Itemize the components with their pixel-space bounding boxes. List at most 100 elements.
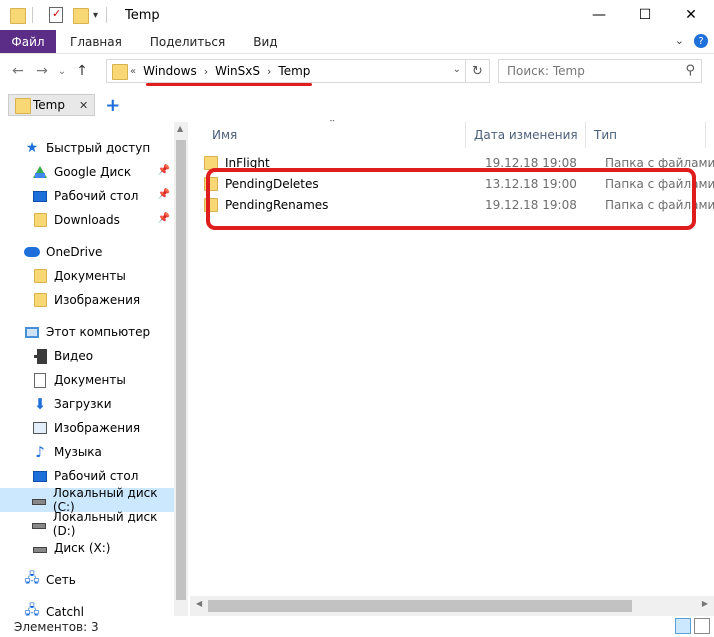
sidebar-scrollbar[interactable]: ▲ (174, 122, 188, 616)
folder-tab-strip: Temp ✕ + (0, 90, 714, 120)
column-header-type[interactable]: Тип (586, 122, 706, 148)
search-icon[interactable]: ⚲ (685, 63, 695, 78)
scroll-left-icon[interactable]: ◀ (196, 599, 202, 608)
star-icon: ★ (25, 140, 39, 156)
close-tab-icon[interactable]: ✕ (79, 99, 88, 112)
sidebar-item-videos[interactable]: Видео (0, 344, 174, 368)
ribbon-right-controls: ⌄ ? (675, 34, 708, 48)
sidebar-item-google-drive[interactable]: Google Диск 📌 (0, 160, 174, 184)
view-switcher (675, 618, 710, 634)
sidebar-item-label: Рабочий стол (54, 189, 139, 203)
customize-qa-dropdown-icon[interactable]: ▾ (93, 10, 98, 21)
title-bar: ▾ Temp — ☐ ✕ (0, 0, 714, 30)
column-header-size[interactable]: Р (706, 122, 714, 148)
pin-icon: 📌 (157, 213, 170, 224)
recent-locations-button[interactable]: ⌄ (54, 59, 70, 83)
sidebar-item-downloads[interactable]: Downloads 📌 (0, 208, 174, 232)
breadcrumb-windows[interactable]: Windows (143, 64, 197, 78)
window-title: Temp (125, 7, 160, 23)
breadcrumb-winsxs[interactable]: WinSxS (215, 64, 260, 78)
pin-icon: 📌 (157, 165, 170, 176)
horizontal-scrollbar[interactable]: ◀ ▶ (190, 596, 714, 616)
folder-icon (32, 268, 48, 284)
download-icon: ⬇ (33, 395, 47, 413)
scroll-right-icon[interactable]: ▶ (702, 599, 708, 608)
sidebar-item-catchl[interactable]: 🖧 Catchl (0, 600, 174, 616)
horizontal-scroll-thumb[interactable] (208, 600, 632, 612)
details-view-icon[interactable] (675, 618, 691, 634)
folder-icon (15, 97, 31, 114)
sidebar-item-disk-x[interactable]: Диск (X:) (0, 536, 174, 560)
scroll-up-icon[interactable]: ▲ (177, 124, 183, 133)
sidebar-item-label: Локальный диск (D:) (52, 510, 158, 538)
sidebar-item-label: Google Диск (54, 165, 132, 179)
sidebar-item-pictures[interactable]: Изображения (0, 416, 174, 440)
sidebar-item-label: Документы (54, 269, 126, 283)
close-button[interactable]: ✕ (668, 0, 714, 30)
computer-icon (24, 324, 40, 340)
breadcrumb-separator[interactable]: › (204, 65, 208, 78)
sidebar-item-label: Документы (54, 373, 126, 387)
address-bar[interactable]: « Windows › WinSxS › Temp ⌄ (106, 59, 466, 83)
sidebar-item-label: Изображения (54, 421, 141, 435)
tab-share[interactable]: Поделиться (136, 30, 239, 53)
refresh-button[interactable]: ↻ (466, 59, 490, 83)
sidebar-item-local-disk-c[interactable]: Локальный диск (C:) (0, 486, 174, 514)
help-icon[interactable]: ? (694, 34, 708, 48)
address-overflow[interactable]: « (130, 66, 136, 77)
sidebar-item-label: Музыка (54, 445, 102, 459)
navigation-bar: ← → ⌄ ↑ « Windows › WinSxS › Temp ⌄ ↻ По… (0, 54, 714, 88)
address-dropdown-icon[interactable]: ⌄ (453, 64, 461, 75)
folder-tab-temp[interactable]: Temp ✕ (8, 94, 96, 116)
sidebar-item-label: Сеть (46, 573, 76, 587)
address-folder-icon (112, 63, 128, 80)
sidebar-item-onedrive-documents[interactable]: Документы (0, 264, 174, 288)
music-icon: ♪ (35, 443, 45, 461)
navigation-pane: ★ Быстрый доступ Google Диск 📌 Рабочий с… (0, 122, 188, 616)
qa-divider (32, 7, 33, 23)
rows-annotation-highlight (206, 168, 696, 230)
column-header-name[interactable]: Имя (204, 122, 466, 148)
folder-icon (32, 292, 48, 308)
expand-ribbon-icon[interactable]: ⌄ (675, 34, 684, 48)
sidebar-item-music[interactable]: ♪ Музыка (0, 440, 174, 464)
maximize-button[interactable]: ☐ (622, 0, 668, 30)
breadcrumb-separator[interactable]: › (267, 65, 271, 78)
drive-icon (32, 492, 47, 508)
sidebar-item-onedrive[interactable]: OneDrive (0, 240, 174, 264)
sidebar-item-quick-access[interactable]: ★ Быстрый доступ (0, 136, 174, 160)
search-input[interactable]: Поиск: Temp ⚲ (498, 59, 702, 83)
sidebar-item-network[interactable]: 🖧 Сеть (0, 568, 174, 592)
item-count: Элементов: 3 (14, 619, 99, 634)
sidebar-item-downloads-pc[interactable]: ⬇ Загрузки (0, 392, 174, 416)
large-icons-view-icon[interactable] (694, 618, 710, 634)
sidebar-item-local-disk-d[interactable]: Локальный диск (D:) (0, 510, 174, 538)
new-tab-button[interactable]: + (105, 95, 120, 116)
tab-home[interactable]: Главная (56, 30, 136, 53)
breadcrumb-temp[interactable]: Temp (278, 64, 310, 78)
sidebar-item-desktop-pinned[interactable]: Рабочий стол 📌 (0, 184, 174, 208)
sidebar-item-desktop[interactable]: Рабочий стол (0, 464, 174, 488)
sidebar-item-onedrive-pictures[interactable]: Изображения (0, 288, 174, 312)
pictures-icon (32, 420, 48, 436)
window-controls: — ☐ ✕ (576, 0, 714, 30)
sidebar-item-label: Изображения (54, 293, 141, 307)
sidebar-item-documents[interactable]: Документы (0, 368, 174, 392)
up-button[interactable]: ↑ (70, 59, 94, 83)
new-folder-icon[interactable] (73, 7, 89, 24)
tab-view[interactable]: Вид (239, 30, 291, 53)
sidebar-item-label: Catchl (46, 605, 84, 616)
minimize-button[interactable]: — (576, 0, 622, 30)
sidebar-item-label: Видео (54, 349, 94, 363)
tab-file[interactable]: Файл (0, 30, 56, 53)
sidebar-item-label: Загрузки (54, 397, 112, 411)
sidebar-item-this-pc[interactable]: Этот компьютер (0, 320, 174, 344)
sidebar-scroll-thumb[interactable] (176, 140, 186, 600)
properties-icon[interactable] (49, 7, 63, 23)
google-drive-icon (32, 164, 48, 180)
back-button[interactable]: ← (6, 59, 30, 83)
quick-access-toolbar: ▾ Temp (10, 0, 160, 30)
forward-button[interactable]: → (30, 59, 54, 83)
pin-icon: 📌 (157, 189, 170, 200)
column-header-date[interactable]: Дата изменения (466, 122, 586, 148)
